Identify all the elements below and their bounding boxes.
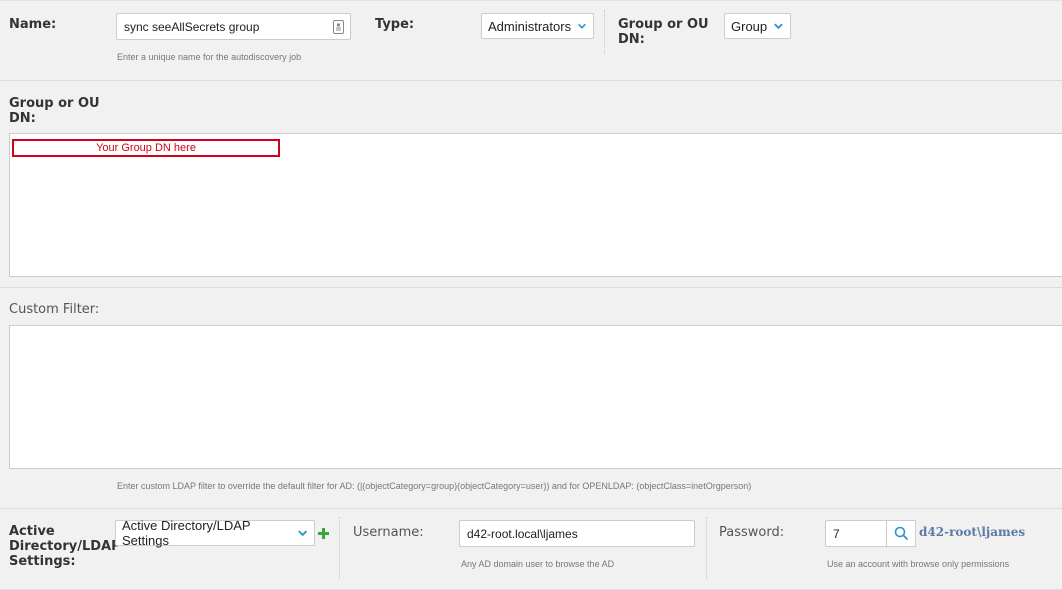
password-display-link[interactable]: d42-root\ljames [919,525,1025,539]
name-help-text: Enter a unique name for the autodiscover… [117,52,302,62]
group-dn-label-line2: DN: [9,111,36,126]
group-dn-label: Group or OU DN: [9,96,100,126]
group-dn-label-line1: Group or OU [9,96,100,111]
password-input[interactable]: 7 [825,520,887,547]
password-label: Password: [719,525,785,540]
add-icon[interactable] [318,528,329,539]
chevron-down-icon [774,23,783,30]
name-input[interactable]: sync seeAllSecrets group [116,13,351,40]
ad-settings-label-line3: Settings: [9,554,76,569]
group-ou-label: Group or OU DN: [618,17,709,47]
name-input-value: sync seeAllSecrets group [124,19,260,34]
group-ou-select-value: Group [731,18,768,34]
type-label: Type: [375,17,415,32]
password-search-button[interactable] [886,520,916,547]
group-ou-label-line2: DN: [618,32,645,47]
type-select[interactable]: Administrators [481,13,594,39]
contact-card-icon[interactable] [333,20,344,34]
divider [706,517,707,579]
custom-filter-help-text: Enter custom LDAP filter to override the… [117,481,752,491]
username-help-text: Any AD domain user to browse the AD [461,559,615,569]
username-label: Username: [353,525,424,540]
chevron-down-icon [578,23,586,29]
ad-settings-label-line2: Directory/LDAP [9,539,121,554]
group-ou-select[interactable]: Group [724,13,791,39]
custom-filter-textarea[interactable] [9,325,1062,469]
search-icon [894,526,908,541]
name-label: Name: [9,17,57,32]
password-input-value: 7 [833,526,840,541]
divider [604,10,605,54]
ad-settings-label-line1: Active [9,524,55,539]
username-input-value: d42-root.local\ljames [467,526,578,541]
ad-settings-select[interactable]: Active Directory/LDAP Settings [115,518,315,548]
type-select-value: Administrators [488,18,572,34]
group-dn-annotation-text: Your Group DN here [96,142,196,154]
ad-settings-select-value: Active Directory/LDAP Settings [122,518,251,548]
password-help-text: Use an account with browse only permissi… [827,559,1010,569]
group-ou-label-line1: Group or OU [618,17,709,32]
divider [339,517,340,579]
chevron-down-icon [297,530,307,537]
username-input[interactable]: d42-root.local\ljames [459,520,695,547]
group-dn-annotation: Your Group DN here [12,139,280,157]
ad-settings-label: Active Directory/LDAP Settings: [9,524,121,569]
custom-filter-label: Custom Filter: [9,302,100,317]
